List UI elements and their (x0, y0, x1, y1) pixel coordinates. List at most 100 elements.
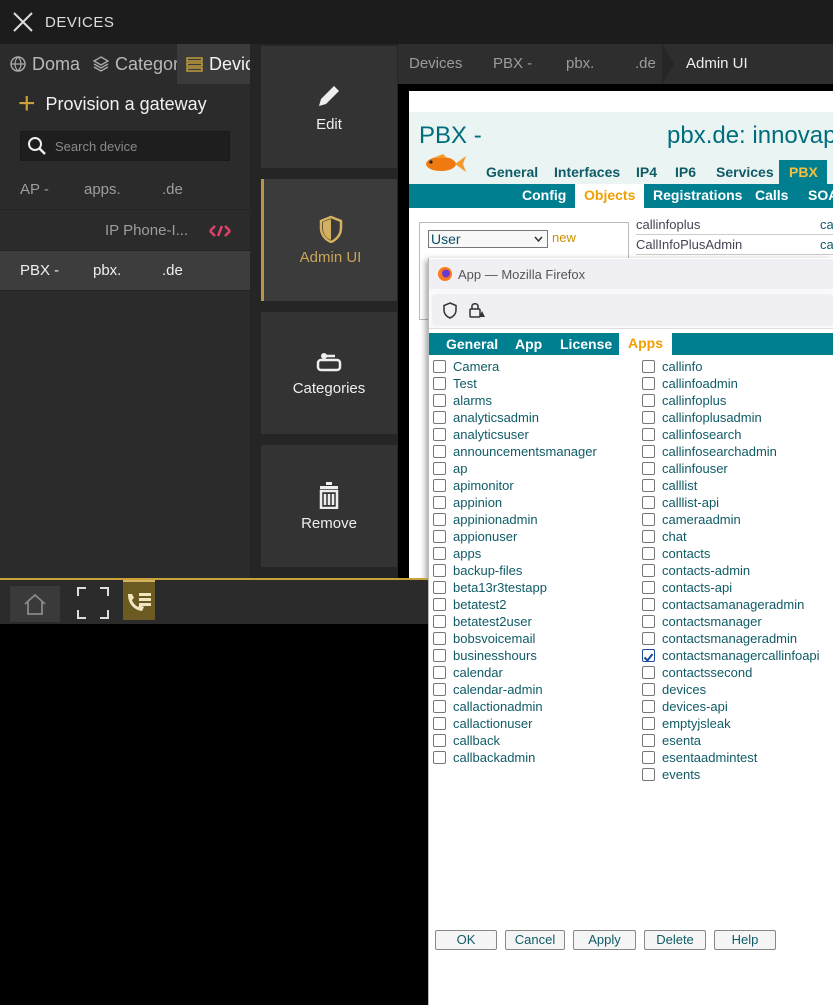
object-row[interactable]: callinfoplus ca (636, 215, 833, 235)
breadcrumb-item[interactable]: Devices (409, 55, 462, 72)
app-checkbox[interactable] (642, 394, 655, 407)
app-checkbox[interactable] (642, 479, 655, 492)
categories-button[interactable]: Categories (261, 312, 397, 434)
app-checkbox[interactable] (433, 530, 446, 543)
new-object-link[interactable]: new (552, 230, 576, 245)
app-checkbox[interactable] (433, 598, 446, 611)
app-checkbox[interactable] (433, 564, 446, 577)
app-checkbox[interactable] (433, 428, 446, 441)
app-checkbox[interactable] (433, 751, 446, 764)
cancel-button[interactable]: Cancel (505, 930, 565, 950)
app-checkbox[interactable] (433, 479, 446, 492)
app-checkbox[interactable] (642, 751, 655, 764)
app-label: calendar (453, 665, 503, 680)
help-button[interactable]: Help (714, 930, 776, 950)
nav-tab-services[interactable]: Services (710, 160, 780, 184)
nav-tab-pbx[interactable]: PBX (779, 160, 827, 184)
app-checkbox[interactable] (642, 683, 655, 696)
app-checkbox[interactable] (642, 598, 655, 611)
app-checkbox[interactable] (433, 683, 446, 696)
tab-categories[interactable]: Categor (93, 44, 177, 84)
subtab-calls[interactable]: Calls (755, 187, 788, 203)
object-short: ca (820, 217, 833, 232)
delete-button[interactable]: Delete (644, 930, 706, 950)
app-checkbox[interactable] (433, 445, 446, 458)
object-type-select[interactable]: User (428, 230, 548, 248)
breadcrumb-item[interactable]: pbx. (566, 55, 594, 72)
app-checkbox[interactable] (433, 700, 446, 713)
app-checkbox-checked[interactable] (642, 649, 655, 663)
admin-ui-button[interactable]: Admin UI (261, 179, 397, 301)
subtab-config[interactable]: Config (522, 187, 566, 203)
app-checkbox[interactable] (642, 700, 655, 713)
app-checkbox[interactable] (433, 666, 446, 679)
app-checkbox[interactable] (642, 445, 655, 458)
nav-tab-interfaces[interactable]: Interfaces (548, 160, 626, 184)
provision-gateway-button[interactable]: + Provision a gateway (0, 84, 250, 124)
device-row-selected[interactable]: PBX - pbx. .de (0, 251, 250, 291)
app-checkbox[interactable] (642, 411, 655, 424)
app-checkbox[interactable] (433, 360, 446, 373)
subtab-registrations[interactable]: Registrations (653, 187, 742, 203)
ok-button[interactable]: OK (435, 930, 497, 950)
home-button[interactable] (10, 586, 60, 622)
breadcrumb-item[interactable]: .de (635, 55, 656, 72)
apply-button[interactable]: Apply (573, 930, 636, 950)
breadcrumb-item[interactable]: PBX - (493, 55, 532, 72)
remove-button[interactable]: Remove (261, 445, 397, 567)
tab-license[interactable]: License (560, 336, 612, 352)
app-checkbox[interactable] (642, 428, 655, 441)
app-checkbox[interactable] (642, 768, 655, 781)
app-checkbox[interactable] (642, 564, 655, 577)
app-checkbox[interactable] (433, 496, 446, 509)
devices-app-button[interactable] (123, 580, 155, 620)
search-input[interactable]: Search device (20, 131, 230, 161)
tab-app[interactable]: App (515, 336, 542, 352)
app-checkbox[interactable] (433, 615, 446, 628)
app-checkbox[interactable] (642, 547, 655, 560)
subtab-objects[interactable]: Objects (575, 184, 645, 210)
app-checkbox[interactable] (642, 632, 655, 645)
app-checkbox[interactable] (642, 377, 655, 390)
app-label: esenta (662, 733, 702, 748)
subtab-soap[interactable]: SOA (808, 187, 833, 203)
app-checkbox[interactable] (642, 717, 655, 730)
app-checkbox[interactable] (433, 462, 446, 475)
tab-devices[interactable]: Devic (177, 44, 250, 84)
app-checkbox[interactable] (642, 360, 655, 373)
nav-tab-ip4[interactable]: IP4 (630, 160, 663, 184)
shield-icon[interactable] (442, 302, 458, 319)
tab-apps[interactable]: Apps (619, 332, 672, 357)
popup-address-field[interactable] (432, 294, 833, 326)
nav-tab-general[interactable]: General (480, 160, 544, 184)
app-checkbox[interactable] (433, 717, 446, 730)
device-row[interactable]: IP Phone-I... (0, 211, 250, 251)
tab-domains[interactable]: Doma (10, 44, 90, 84)
device-row[interactable]: AP - apps. .de (0, 170, 250, 210)
object-type-value: User (431, 231, 461, 247)
app-checkbox[interactable] (433, 513, 446, 526)
app-checkbox[interactable] (642, 496, 655, 509)
fullscreen-icon[interactable] (76, 586, 110, 620)
app-checkbox[interactable] (433, 377, 446, 390)
app-checkbox[interactable] (433, 411, 446, 424)
app-checkbox[interactable] (433, 649, 446, 662)
app-checkbox[interactable] (433, 547, 446, 560)
insecure-lock-icon[interactable] (468, 301, 486, 319)
app-checkbox[interactable] (642, 530, 655, 543)
object-row[interactable]: CallInfoPlusAdmin ca (636, 235, 833, 255)
app-checkbox[interactable] (642, 462, 655, 475)
app-checkbox[interactable] (433, 581, 446, 594)
app-checkbox[interactable] (642, 734, 655, 747)
app-checkbox[interactable] (642, 513, 655, 526)
close-icon[interactable] (12, 11, 34, 33)
app-checkbox[interactable] (642, 581, 655, 594)
tab-general[interactable]: General (446, 336, 498, 352)
app-checkbox[interactable] (433, 734, 446, 747)
edit-button[interactable]: Edit (261, 46, 397, 168)
app-checkbox[interactable] (642, 666, 655, 679)
app-checkbox[interactable] (433, 394, 446, 407)
app-checkbox[interactable] (642, 615, 655, 628)
app-checkbox[interactable] (433, 632, 446, 645)
nav-tab-ip6[interactable]: IP6 (669, 160, 702, 184)
